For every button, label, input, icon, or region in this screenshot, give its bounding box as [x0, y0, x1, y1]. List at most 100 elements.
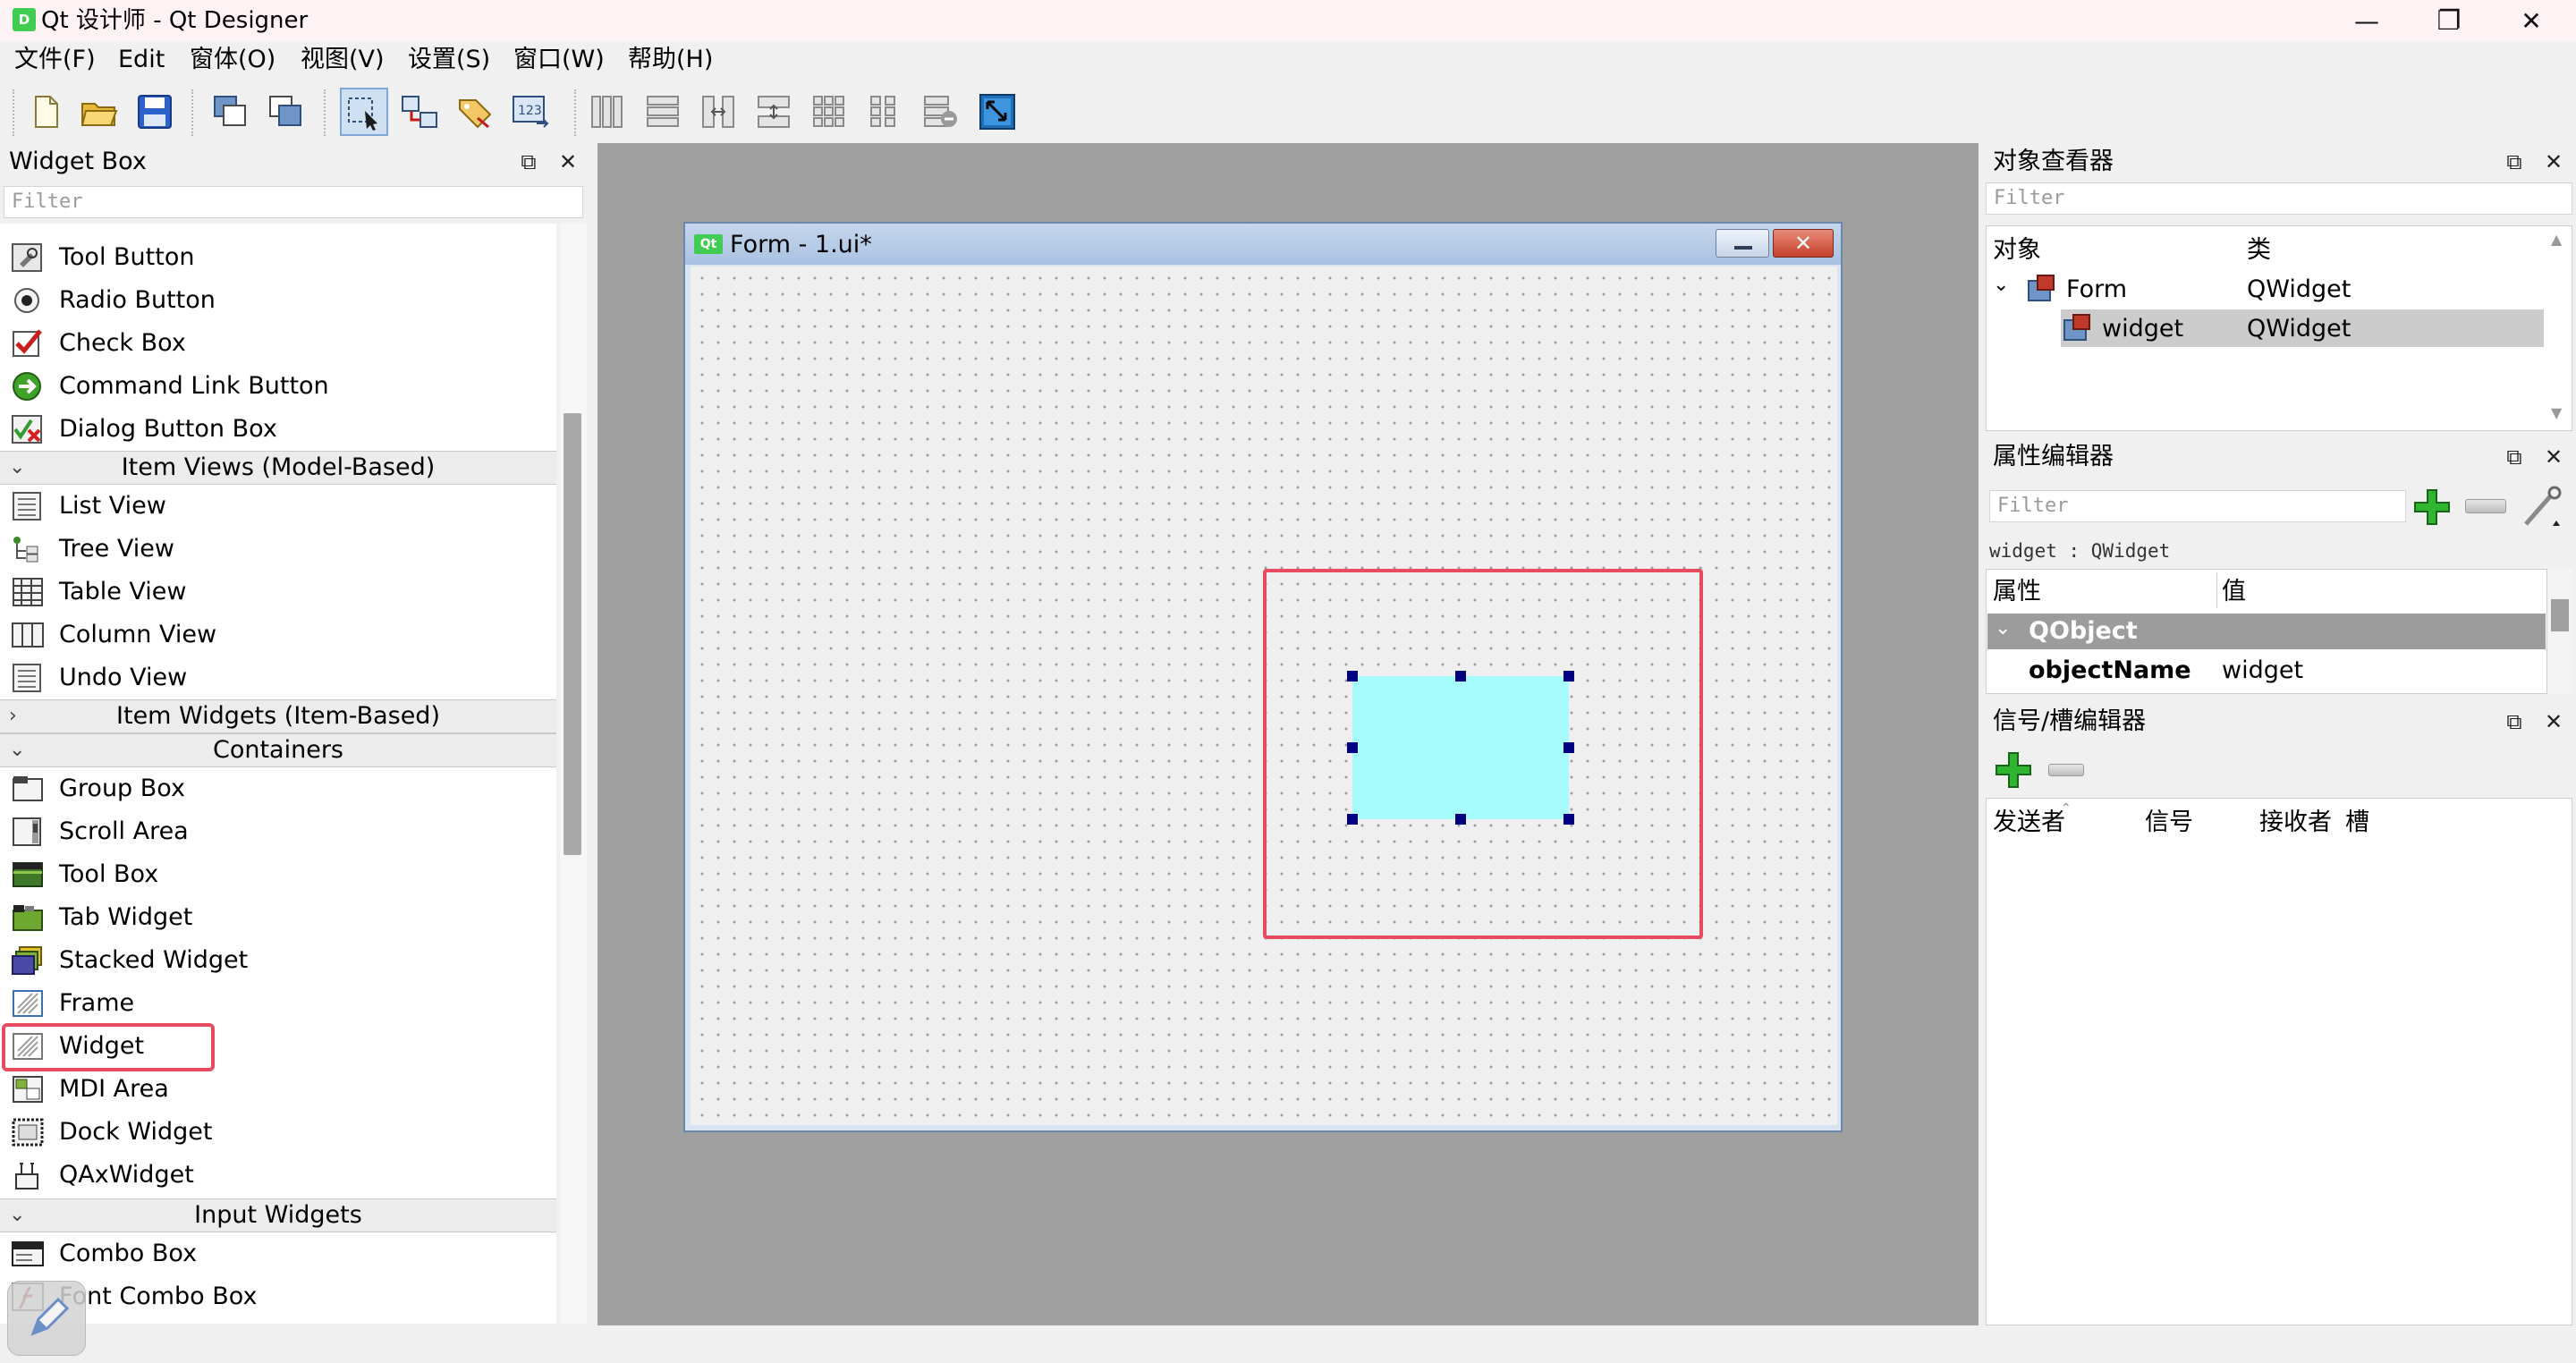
scroll-up-icon[interactable]: ▲ — [2551, 231, 2562, 248]
float-dock-icon[interactable]: ⧉ — [2501, 444, 2528, 470]
layout-horizontal-button[interactable] — [583, 88, 631, 136]
edit-signals-slots-button[interactable] — [395, 88, 444, 136]
form-minimize-button[interactable] — [1716, 229, 1769, 258]
widget-item-command-link-button[interactable]: Command Link Button — [0, 365, 556, 408]
property-scrollbar[interactable] — [2547, 569, 2572, 694]
send-to-back-button[interactable] — [206, 88, 254, 136]
resize-handle[interactable] — [1563, 814, 1574, 825]
widget-item-column-view[interactable]: Column View — [0, 614, 556, 656]
restore-button[interactable]: ❐ — [2408, 0, 2490, 41]
column-header-value[interactable]: 值 — [2222, 574, 2246, 610]
bring-to-front-button[interactable] — [261, 88, 309, 136]
resize-handle[interactable] — [1455, 814, 1466, 825]
widget-item-check-box[interactable]: Check Box — [0, 322, 556, 365]
remove-connection-button[interactable] — [2048, 764, 2084, 776]
layout-horizontal-splitter-button[interactable] — [694, 88, 742, 136]
resize-handle[interactable] — [1563, 742, 1574, 753]
new-form-button[interactable] — [21, 88, 70, 136]
widget-item-table-view[interactable]: Table View — [0, 571, 556, 614]
layout-vertical-splitter-button[interactable] — [750, 88, 798, 136]
close-dock-icon[interactable]: ✕ — [2540, 148, 2567, 175]
menu-view[interactable]: 视图(V) — [301, 45, 385, 75]
minimize-button[interactable]: — — [2326, 0, 2408, 41]
widget-item-qaxwidget[interactable]: QAxWidget — [0, 1154, 556, 1197]
widget-item-list-view[interactable]: List View — [0, 485, 556, 528]
object-name[interactable]: Form — [2066, 272, 2127, 308]
property-scroll-handle[interactable] — [2551, 599, 2569, 631]
property-value[interactable]: widget — [2222, 653, 2303, 689]
widget-item-undo-view[interactable]: Undo View — [0, 656, 556, 699]
save-form-button[interactable] — [131, 88, 179, 136]
widget-item-frame[interactable]: Frame — [0, 982, 556, 1025]
object-inspector-filter-input[interactable]: Filter — [1986, 182, 2572, 215]
resize-handle[interactable] — [1347, 671, 1358, 682]
object-name[interactable]: widget — [2102, 311, 2183, 347]
column-header-class[interactable]: 类 — [2247, 233, 2271, 268]
float-dock-icon[interactable]: ⧉ — [2501, 148, 2528, 175]
add-dynamic-property-button[interactable] — [2411, 487, 2453, 528]
close-button[interactable]: ✕ — [2490, 0, 2572, 41]
layout-vertical-button[interactable] — [639, 88, 687, 136]
column-header-receiver[interactable]: 接收者 — [2259, 805, 2332, 841]
column-header-signal[interactable]: 信号 — [2145, 805, 2193, 841]
menu-window[interactable]: 窗口(W) — [513, 45, 605, 75]
close-dock-icon[interactable]: ✕ — [555, 148, 581, 175]
category-containers[interactable]: ⌄ Containers — [0, 733, 556, 767]
object-class[interactable]: QWidget — [2247, 272, 2351, 308]
resize-handle[interactable] — [1347, 814, 1358, 825]
widget-box-scroll-handle[interactable] — [564, 413, 581, 855]
category-item-widgets[interactable]: › Item Widgets (Item-Based) — [0, 699, 556, 733]
property-filter-input[interactable]: Filter — [1989, 490, 2406, 522]
resize-handle[interactable] — [1455, 671, 1466, 682]
menu-edit[interactable]: Edit — [118, 45, 165, 75]
widget-item-stacked-widget[interactable]: Stacked Widget — [0, 939, 556, 982]
scroll-down-icon[interactable]: ▼ — [2551, 404, 2562, 421]
float-dock-icon[interactable]: ⧉ — [515, 148, 542, 175]
category-input-widgets[interactable]: ⌄ Input Widgets — [0, 1198, 556, 1232]
chevron-down-icon[interactable]: ⌄ — [1993, 274, 2009, 296]
column-header-slot[interactable]: 槽 — [2345, 805, 2369, 841]
floating-pen-tool[interactable] — [7, 1281, 86, 1356]
widget-item-group-box[interactable]: Group Box — [0, 767, 556, 810]
edit-buddies-button[interactable] — [451, 88, 499, 136]
close-dock-icon[interactable]: ✕ — [2540, 708, 2567, 735]
placed-widget[interactable] — [1352, 676, 1569, 819]
adjust-size-button[interactable] — [973, 88, 1021, 136]
widget-item-dock-widget[interactable]: Dock Widget — [0, 1111, 556, 1154]
layout-grid-button[interactable] — [805, 88, 853, 136]
menu-file[interactable]: 文件(F) — [14, 45, 96, 75]
float-dock-icon[interactable]: ⧉ — [2501, 708, 2528, 735]
resize-handle[interactable] — [1563, 671, 1574, 682]
break-layout-button[interactable] — [916, 88, 964, 136]
widget-item-tab-widget[interactable]: Tab Widget — [0, 896, 556, 939]
widget-item-radio-button[interactable]: Radio Button — [0, 279, 556, 322]
widget-item-mdi-area[interactable]: MDI Area — [0, 1068, 556, 1111]
resize-handle[interactable] — [1347, 742, 1358, 753]
menu-form[interactable]: 窗体(O) — [190, 45, 275, 75]
widget-item-tree-view[interactable]: Tree View — [0, 528, 556, 571]
open-form-button[interactable] — [75, 88, 123, 136]
widget-item-scroll-area[interactable]: Scroll Area — [0, 810, 556, 853]
column-header-property[interactable]: 属性 — [1993, 574, 2041, 610]
widget-item-label: Undo View — [59, 664, 188, 691]
widget-box-filter-input[interactable]: Filter — [4, 186, 583, 218]
edit-tab-order-button[interactable]: 123 — [506, 88, 555, 136]
widget-item-tool-box[interactable]: Tool Box — [0, 853, 556, 896]
widget-item-tool-button[interactable]: Tool Button — [0, 236, 556, 279]
layout-form-button[interactable] — [860, 88, 909, 136]
remove-dynamic-property-button[interactable] — [2465, 499, 2506, 513]
widget-item-dialog-button-box[interactable]: Dialog Button Box — [0, 408, 556, 451]
column-header-object[interactable]: 对象 — [1993, 233, 2041, 268]
chevron-down-icon[interactable]: ⌄ — [1995, 617, 2011, 639]
configure-wrench-icon[interactable] — [2521, 485, 2563, 529]
object-class[interactable]: QWidget — [2247, 311, 2351, 347]
menu-settings[interactable]: 设置(S) — [408, 45, 490, 75]
close-dock-icon[interactable]: ✕ — [2540, 444, 2567, 470]
form-close-button[interactable]: ✕ — [1773, 229, 1834, 258]
add-connection-button[interactable] — [1993, 749, 2034, 791]
menu-help[interactable]: 帮助(H) — [628, 45, 713, 75]
edit-widgets-button[interactable] — [340, 88, 388, 136]
widget-item-combo-box[interactable]: Combo Box — [0, 1232, 556, 1275]
column-header-sender[interactable]: 发送者 — [1993, 805, 2065, 841]
category-item-views[interactable]: ⌄ Item Views (Model-Based) — [0, 451, 556, 485]
